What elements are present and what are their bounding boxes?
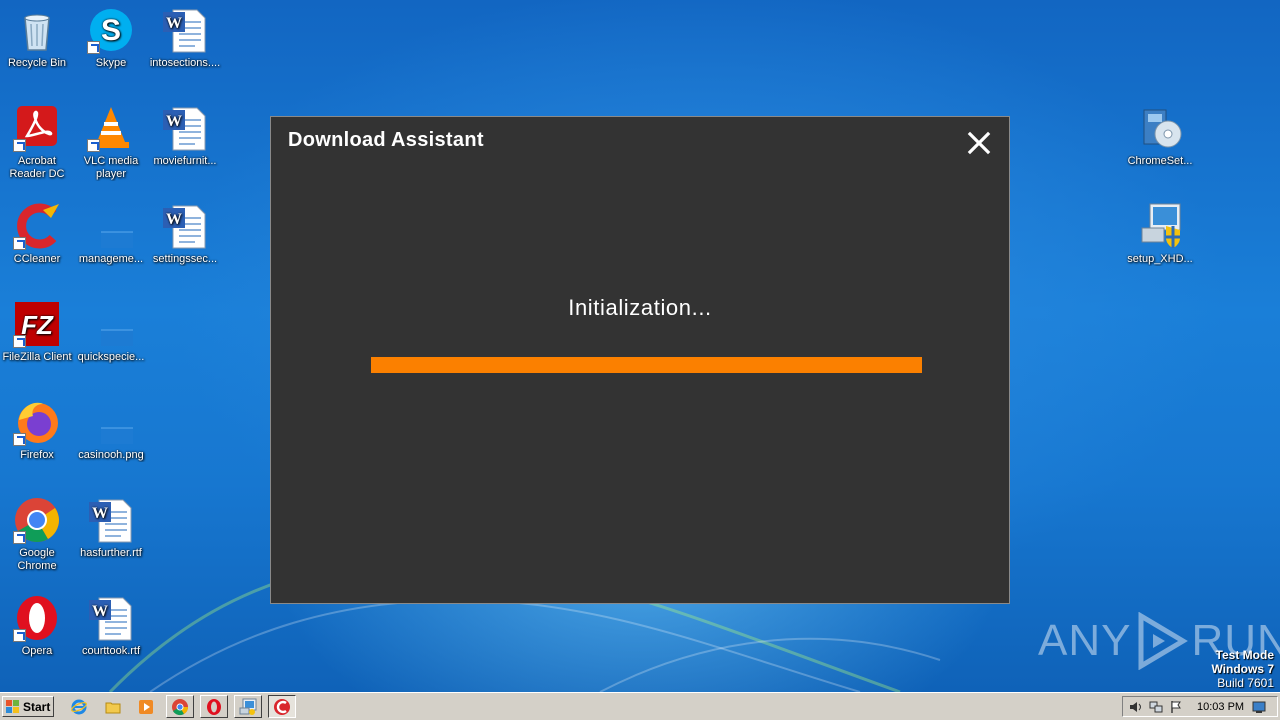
shortcut-arrow-icon <box>13 237 26 250</box>
svg-text:W: W <box>166 113 182 130</box>
installer-shield-icon <box>1136 202 1184 250</box>
desktop-icon-hasfurther[interactable]: W hasfurther.rtf <box>74 496 148 560</box>
filezilla-icon: FZ <box>13 300 61 348</box>
word-document-icon: W <box>87 594 135 642</box>
skype-icon: S <box>87 6 135 54</box>
shortcut-arrow-icon <box>13 629 26 642</box>
blank-file-icon <box>87 300 135 348</box>
system-tray: 10:03 PM <box>1122 696 1278 717</box>
status-text: Initialization... <box>568 295 712 320</box>
quicklaunch-media-player[interactable] <box>135 697 157 717</box>
svg-text:W: W <box>92 505 108 522</box>
shortcut-arrow-icon <box>13 531 26 544</box>
start-label: Start <box>23 699 51 714</box>
desktop-icon-chrome[interactable]: Google Chrome <box>0 496 74 573</box>
progress-bar-fill <box>371 357 922 373</box>
shortcut-arrow-icon <box>13 433 26 446</box>
chrome-icon <box>172 698 189 715</box>
quicklaunch-explorer[interactable] <box>102 697 124 717</box>
blank-file-icon <box>87 202 135 250</box>
volume-icon[interactable] <box>1129 700 1143 714</box>
setup-disc-icon <box>1136 104 1184 152</box>
desktop-icon-casinooh[interactable]: casinooh.png <box>74 398 148 462</box>
svg-text:FZ: FZ <box>21 310 54 340</box>
opera-icon <box>207 698 221 715</box>
network-icon[interactable] <box>1149 700 1163 714</box>
chrome-icon <box>13 496 61 544</box>
shortcut-arrow-icon <box>87 139 100 152</box>
desktop-icon-filezilla[interactable]: FZ FileZilla Client <box>0 300 74 364</box>
ie-icon <box>71 699 87 715</box>
task-installer[interactable] <box>234 695 262 718</box>
svg-text:S: S <box>101 14 121 47</box>
image-file-icon <box>87 398 135 446</box>
build-label: Build 7601 <box>1217 676 1274 690</box>
clock[interactable]: 10:03 PM <box>1197 701 1244 713</box>
action-center-flag-icon[interactable] <box>1169 700 1183 714</box>
dialog-title: Download Assistant <box>288 129 484 151</box>
word-document-icon: W <box>87 496 135 544</box>
desktop-icon-opera[interactable]: Opera <box>0 594 74 658</box>
desktop-icon-ccleaner[interactable]: CCleaner <box>0 202 74 266</box>
ccleaner-icon <box>13 202 61 250</box>
svg-text:W: W <box>92 603 108 620</box>
taskbar: Start 10:03 PM <box>0 692 1280 720</box>
ccleaner-icon <box>274 698 290 715</box>
shortcut-arrow-icon <box>13 139 26 152</box>
desktop-icon-firefox[interactable]: Firefox <box>0 398 74 462</box>
os-name-label: Windows 7 <box>1211 662 1274 676</box>
task-ccleaner[interactable] <box>268 695 296 718</box>
desktop-icon-setup-xhd[interactable]: setup_XHD... <box>1123 202 1197 266</box>
svg-text:W: W <box>166 15 182 32</box>
desktop-icon-courttook[interactable]: W courttook.rtf <box>74 594 148 658</box>
close-icon <box>967 131 991 155</box>
test-mode-label: Test Mode <box>1215 648 1274 662</box>
word-document-icon: W <box>161 6 209 54</box>
windows-logo-icon <box>6 699 19 713</box>
desktop-icon-acrobat[interactable]: Acrobat Reader DC <box>0 104 74 181</box>
folder-icon <box>105 702 121 714</box>
firefox-icon <box>13 398 61 446</box>
word-document-icon: W <box>161 104 209 152</box>
shortcut-arrow-icon <box>87 41 100 54</box>
quicklaunch-ie[interactable] <box>68 697 90 717</box>
acrobat-icon <box>13 104 61 152</box>
desktop-icon-vlc[interactable]: VLC media player <box>74 104 148 181</box>
desktop-icon-settingssec[interactable]: W settingssec... <box>148 202 222 266</box>
vlc-icon <box>87 104 135 152</box>
shortcut-arrow-icon <box>13 335 26 348</box>
start-button[interactable]: Start <box>2 696 54 717</box>
desktop-icon-recycle-bin[interactable]: Recycle Bin <box>0 6 74 70</box>
media-player-icon <box>139 700 153 714</box>
desktop: Recycle Bin Acrobat Reader DC CCleaner F… <box>0 0 1280 692</box>
desktop-icon-manageme[interactable]: manageme... <box>74 202 148 266</box>
svg-text:W: W <box>166 211 182 228</box>
watermark-left-text: ANY <box>1038 616 1132 665</box>
close-button[interactable] <box>966 130 992 156</box>
word-document-icon: W <box>161 202 209 250</box>
test-mode-notice: Test Mode Windows 7 Build 7601 <box>1211 648 1274 690</box>
desktop-icon-intosections[interactable]: W intosections.... <box>148 6 222 70</box>
task-chrome[interactable] <box>166 695 194 718</box>
download-assistant-dialog: Download Assistant Initialization... <box>270 116 1010 604</box>
desktop-icon-quickspecie[interactable]: quickspecie... <box>74 300 148 364</box>
desktop-icon-moviefurnit[interactable]: W moviefurnit... <box>148 104 222 168</box>
desktop-icon-skype[interactable]: S Skype <box>74 6 148 70</box>
task-opera[interactable] <box>200 695 228 718</box>
progress-bar <box>371 357 922 373</box>
opera-icon <box>13 594 61 642</box>
play-logo-icon <box>1138 612 1189 670</box>
installer-icon <box>239 698 257 715</box>
show-desktop-icon[interactable] <box>1252 700 1266 714</box>
desktop-icon-chromesetup[interactable]: ChromeSet... <box>1123 104 1197 168</box>
recycle-bin-icon <box>13 6 61 54</box>
